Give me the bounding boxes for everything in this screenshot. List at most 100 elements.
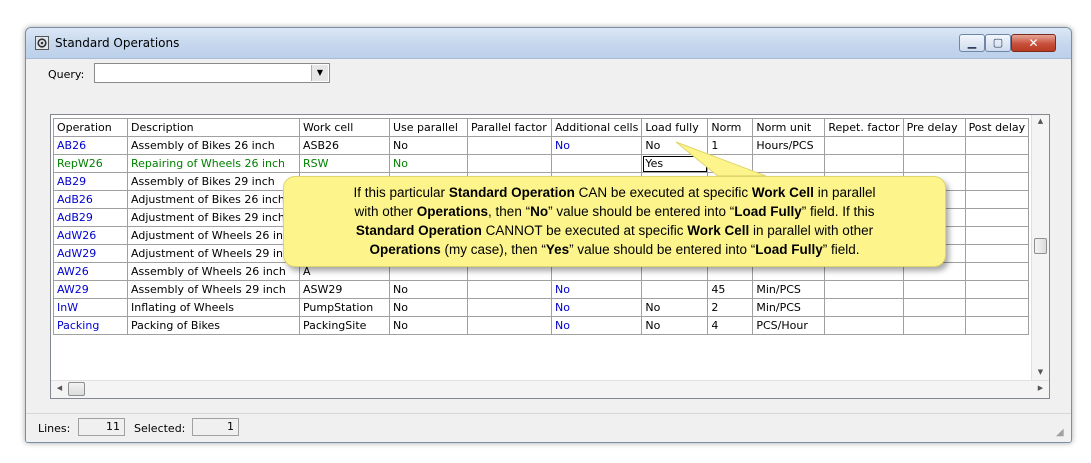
table-cell[interactable]: InW: [53, 298, 128, 317]
table-cell[interactable]: No: [641, 316, 709, 335]
scroll-up-icon[interactable]: ▲: [1032, 117, 1049, 125]
table-cell[interactable]: AdB26: [53, 190, 128, 209]
column-header[interactable]: Work cell: [298, 118, 390, 137]
table-cell[interactable]: [466, 316, 552, 335]
table-cell[interactable]: [824, 316, 904, 335]
table-cell[interactable]: AW29: [53, 280, 128, 299]
table-cell[interactable]: PumpStation: [298, 298, 390, 317]
table-cell[interactable]: No: [388, 280, 468, 299]
table-cell[interactable]: Adjustment of Bikes 26 inch: [127, 190, 300, 209]
table-cell[interactable]: 4: [707, 316, 754, 335]
dropdown-arrow-icon[interactable]: ▼: [311, 65, 328, 81]
table-cell[interactable]: 45: [707, 280, 754, 299]
table-cell[interactable]: [824, 154, 904, 173]
table-cell[interactable]: [964, 208, 1030, 227]
table-cell[interactable]: Inflating of Wheels: [127, 298, 300, 317]
table-cell[interactable]: Adjustment of Wheels 29 inch: [127, 244, 300, 263]
column-header[interactable]: Norm unit: [752, 118, 826, 137]
column-header[interactable]: Pre delay: [902, 118, 966, 137]
table-cell[interactable]: [964, 136, 1030, 155]
table-cell[interactable]: [902, 316, 966, 335]
scroll-right-icon[interactable]: ▶: [1032, 384, 1049, 392]
table-cell[interactable]: AdW26: [53, 226, 128, 245]
column-header[interactable]: Post delay: [964, 118, 1030, 137]
table-cell[interactable]: PCS/Hour: [752, 316, 826, 335]
table-cell[interactable]: RSW: [298, 154, 390, 173]
table-cell[interactable]: Packing: [53, 316, 128, 335]
table-row[interactable]: AW29 Assembly of Wheels 29 inch ASW29 No No 4…: [53, 280, 1030, 299]
table-cell[interactable]: No: [550, 136, 643, 155]
table-cell[interactable]: [964, 172, 1030, 191]
resize-grip-icon[interactable]: ◢: [1056, 427, 1068, 439]
column-header[interactable]: Load fully: [641, 118, 709, 137]
scroll-left-icon[interactable]: ◀: [51, 384, 68, 392]
table-cell[interactable]: [964, 280, 1030, 299]
table-cell[interactable]: [824, 280, 904, 299]
table-cell[interactable]: [466, 280, 552, 299]
table-row[interactable]: Packing Packing of Bikes PackingSite No No No…: [53, 316, 1030, 335]
table-cell[interactable]: Adjustment of Wheels 26 inch: [127, 226, 300, 245]
table-cell[interactable]: No: [388, 316, 468, 335]
table-cell[interactable]: Assembly of Bikes 29 inch: [127, 172, 300, 191]
table-cell[interactable]: [466, 136, 552, 155]
table-cell[interactable]: No: [388, 136, 468, 155]
table-cell[interactable]: AB29: [53, 172, 128, 191]
table-cell[interactable]: AdB29: [53, 208, 128, 227]
scroll-down-icon[interactable]: ▼: [1032, 368, 1049, 376]
table-cell[interactable]: [964, 244, 1030, 263]
minimize-button[interactable]: ▁: [959, 34, 985, 52]
table-cell[interactable]: Min/PCS: [752, 280, 826, 299]
table-cell[interactable]: [964, 316, 1030, 335]
column-header[interactable]: Additional cells: [550, 118, 643, 137]
vertical-scrollbar[interactable]: ▲ ▼: [1031, 115, 1049, 383]
title-bar[interactable]: Standard Operations ▁ ▢ ✕: [26, 28, 1071, 59]
table-cell[interactable]: 2: [707, 298, 754, 317]
table-cell[interactable]: No: [550, 298, 643, 317]
table-cell[interactable]: No: [550, 316, 643, 335]
table-cell[interactable]: Min/PCS: [752, 298, 826, 317]
table-cell[interactable]: [964, 262, 1030, 281]
table-cell[interactable]: No: [550, 280, 643, 299]
table-cell[interactable]: [824, 136, 904, 155]
table-cell[interactable]: [902, 136, 966, 155]
table-cell[interactable]: Adjustment of Bikes 29 inch: [127, 208, 300, 227]
column-header[interactable]: Parallel factor: [466, 118, 552, 137]
table-cell[interactable]: No: [388, 154, 468, 173]
table-cell[interactable]: Assembly of Wheels 29 inch: [127, 280, 300, 299]
table-cell[interactable]: PackingSite: [298, 316, 390, 335]
table-cell[interactable]: Repairing of Wheels 26 inch: [127, 154, 300, 173]
horizontal-scroll-thumb[interactable]: [68, 382, 85, 396]
close-button[interactable]: ✕: [1011, 34, 1056, 52]
table-cell[interactable]: [641, 280, 709, 299]
table-cell[interactable]: Assembly of Bikes 26 inch: [127, 136, 300, 155]
column-header[interactable]: Operation: [53, 118, 128, 137]
maximize-button[interactable]: ▢: [985, 34, 1011, 52]
table-cell[interactable]: RepW26: [53, 154, 128, 173]
table-cell[interactable]: [902, 298, 966, 317]
table-cell[interactable]: [964, 190, 1030, 209]
table-cell[interactable]: No: [641, 298, 709, 317]
table-cell[interactable]: AdW29: [53, 244, 128, 263]
column-header[interactable]: Description: [127, 118, 300, 137]
table-cell[interactable]: [964, 298, 1030, 317]
table-cell[interactable]: Assembly of Wheels 26 inch: [127, 262, 300, 281]
table-cell[interactable]: [824, 298, 904, 317]
query-select[interactable]: ▼: [94, 63, 330, 83]
column-header[interactable]: Use parallel: [388, 118, 468, 137]
table-row[interactable]: RepW26 Repairing of Wheels 26 inch RSW No Ye…: [53, 154, 1030, 173]
table-cell[interactable]: [902, 154, 966, 173]
table-cell[interactable]: Packing of Bikes: [127, 316, 300, 335]
table-cell[interactable]: ASB26: [298, 136, 390, 155]
table-cell[interactable]: [466, 154, 552, 173]
table-cell[interactable]: No: [388, 298, 468, 317]
table-cell[interactable]: ASW29: [298, 280, 390, 299]
column-header[interactable]: Repet. factor: [824, 118, 904, 137]
horizontal-scrollbar[interactable]: ◀ ▶: [51, 380, 1049, 398]
table-cell[interactable]: [964, 154, 1030, 173]
table-row[interactable]: InW Inflating of Wheels PumpStation No No No 2…: [53, 298, 1030, 317]
table-row[interactable]: AB26 Assembly of Bikes 26 inch ASB26 No No No…: [53, 136, 1030, 155]
table-cell[interactable]: [964, 226, 1030, 245]
table-cell[interactable]: AB26: [53, 136, 128, 155]
vertical-scroll-thumb[interactable]: [1034, 238, 1047, 254]
table-cell[interactable]: [466, 298, 552, 317]
